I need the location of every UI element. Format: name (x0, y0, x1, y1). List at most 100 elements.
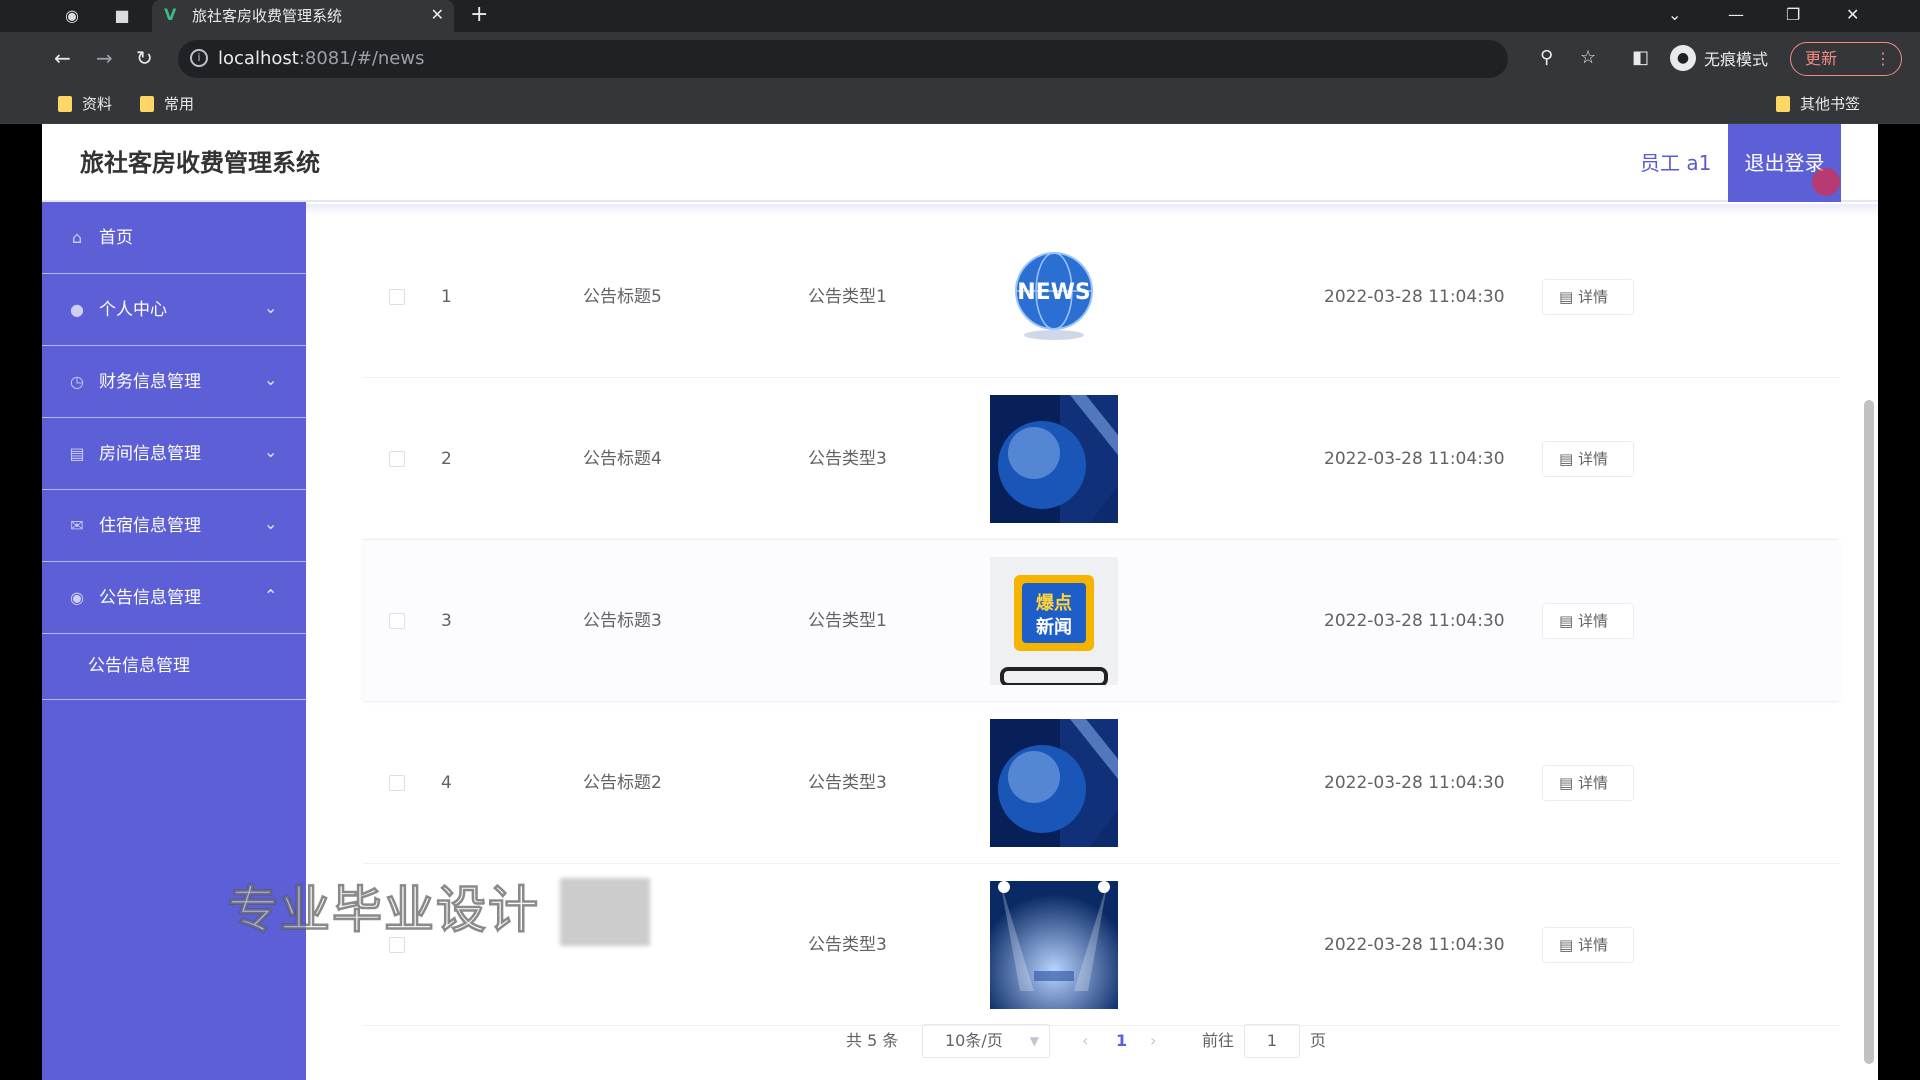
other-bookmarks[interactable]: 其他书签 (1776, 94, 1860, 114)
browser-tab[interactable]: V 旅社客房收费管理系统 ✕ (152, 0, 454, 32)
stage-lights-image (990, 881, 1118, 1009)
row-time: 2022-03-28 11:04:30 (1324, 449, 1505, 469)
page-size-select[interactable]: 10条/页 ▼ (922, 1024, 1050, 1058)
home-icon: ⌂ (71, 228, 83, 247)
blurred-region (560, 878, 650, 946)
sidebar-item-profile[interactable]: ● 个人中心 ⌄ (42, 274, 306, 346)
document-icon: ▤ (1559, 774, 1574, 792)
info-icon[interactable]: i (190, 49, 208, 67)
breaking-news-image: 爆点 新闻 (990, 557, 1118, 685)
page-number[interactable]: 1 (1116, 1030, 1127, 1052)
folder-icon (140, 96, 154, 112)
row-index: 2 (441, 449, 452, 469)
clock-icon: ◷ (70, 372, 84, 391)
url-text[interactable]: localhost:8081/#/news (218, 48, 424, 70)
incognito-indicator[interactable]: ● 无痕模式 (1670, 41, 1768, 75)
incognito-icon: ● (1670, 45, 1696, 71)
restore-icon[interactable]: ❐ (1786, 4, 1800, 26)
prev-page-icon[interactable]: ‹ (1082, 1030, 1088, 1052)
sidebar-item-rooms[interactable]: ▤ 房间信息管理 ⌄ (42, 418, 306, 490)
next-page-icon[interactable]: › (1150, 1030, 1156, 1052)
row-type: 公告类型1 (808, 611, 887, 631)
app-title: 旅社客房收费管理系统 (80, 149, 320, 177)
row-type: 公告类型3 (808, 449, 887, 469)
sidebar-item-finance[interactable]: ◷ 财务信息管理 ⌄ (42, 346, 306, 418)
minimize-icon[interactable]: — (1728, 4, 1744, 26)
key-icon[interactable]: ⚲ (1540, 46, 1553, 70)
sidebar: ⌂ 首页 ● 个人中心 ⌄ ◷ 财务信息管理 ⌄ ▤ 房间信息管理 ⌄ ✉ 住宿… (42, 202, 306, 1080)
goto-page-input[interactable]: 1 (1244, 1024, 1300, 1058)
detail-button[interactable]: ▤ 详情 (1542, 279, 1634, 315)
sidebar-item-label: 财务信息管理 (99, 372, 201, 392)
bookmark-label: 常用 (164, 95, 195, 113)
row-time: 2022-03-28 11:04:30 (1324, 935, 1505, 955)
page-unit-label: 页 (1310, 1031, 1327, 1050)
address-bar[interactable]: i localhost:8081/#/news (178, 40, 1508, 78)
detail-button[interactable]: ▤ 详情 (1542, 603, 1634, 639)
chevron-down-icon: ⌄ (264, 298, 278, 317)
row-checkbox[interactable] (389, 775, 405, 791)
sidebar-item-lodging[interactable]: ✉ 住宿信息管理 ⌄ (42, 490, 306, 562)
detail-label: 详情 (1577, 936, 1608, 954)
chevron-down-icon: ▼ (1029, 1034, 1039, 1048)
news-text: NEWS (1017, 280, 1091, 305)
pagination-total: 共 5 条 (846, 1031, 899, 1050)
scrollbar[interactable] (1864, 400, 1874, 1064)
close-icon[interactable]: ✕ (431, 5, 444, 25)
watermark-text: 专业毕业设计 (228, 881, 540, 940)
tab-title: 旅社客房收费管理系统 (192, 7, 343, 25)
row-checkbox[interactable] (389, 613, 405, 629)
row-time: 2022-03-28 11:04:30 (1324, 287, 1505, 307)
new-tab-icon[interactable]: + (470, 3, 488, 27)
detail-label: 详情 (1577, 612, 1608, 630)
bookmark-folder-1[interactable]: 资料 (58, 94, 112, 114)
detail-button[interactable]: ▤ 详情 (1542, 765, 1634, 801)
reload-icon[interactable]: ↻ (136, 46, 153, 70)
chevron-down-icon[interactable]: ⌄ (1668, 4, 1681, 26)
globe-icon[interactable]: ◉ (60, 4, 84, 28)
row-title: 公告标题3 (583, 611, 662, 631)
other-bookmarks-label: 其他书签 (1800, 95, 1861, 113)
detail-label: 详情 (1577, 450, 1608, 468)
row-type: 公告类型3 (808, 935, 887, 955)
back-icon[interactable]: ← (54, 46, 71, 70)
main-content: 1 公告标题5 公告类型1 NEWS 2022-03-28 11:04:30 ▤ (306, 204, 1878, 1080)
incognito-label: 无痕模式 (1704, 50, 1769, 69)
detail-label: 详情 (1577, 288, 1608, 306)
row-title: 公告标题2 (583, 773, 662, 793)
shield-icon: ◉ (70, 588, 84, 607)
sidebar-item-label: 房间信息管理 (99, 444, 201, 464)
row-type: 公告类型1 (808, 287, 887, 307)
window-close-icon[interactable]: ✕ (1846, 4, 1859, 26)
row-title: 公告标题4 (583, 449, 662, 469)
vue-logo-icon: V (164, 5, 177, 24)
bookmark-label: 资料 (82, 95, 113, 113)
row-checkbox[interactable] (389, 289, 405, 305)
sidebar-item-label: 公告信息管理 (99, 588, 201, 608)
table-row: 4 公告标题2 公告类型3 2022-03-28 11:04:30 ▤ 详情 (363, 702, 1839, 864)
forward-icon[interactable]: → (96, 46, 113, 70)
sidebar-subitem-notice-management[interactable]: 公告信息管理 (42, 634, 306, 700)
sidebar-item-home[interactable]: ⌂ 首页 (42, 202, 306, 274)
sidepanel-icon[interactable]: ◧ (1632, 46, 1649, 70)
goto-label: 前往 (1202, 1031, 1235, 1050)
browser-tab-strip: ◉ ■ V 旅社客房收费管理系统 ✕ + ⌄ — ❐ ✕ (0, 0, 1920, 32)
row-time: 2022-03-28 11:04:30 (1324, 611, 1505, 631)
sidebar-item-label: 个人中心 (99, 300, 167, 320)
sidebar-item-notices[interactable]: ◉ 公告信息管理 ⌃ (42, 562, 306, 634)
row-title: 公告标题5 (583, 287, 662, 307)
window-icon[interactable]: ■ (110, 4, 134, 28)
chevron-down-icon: ⌄ (264, 514, 278, 533)
detail-button[interactable]: ▤ 详情 (1542, 927, 1634, 963)
detail-button[interactable]: ▤ 详情 (1542, 441, 1634, 477)
blue-globe-image (990, 395, 1118, 523)
star-icon[interactable]: ☆ (1580, 46, 1596, 70)
breaking-text: 新闻 (1036, 616, 1072, 638)
user-icon: ● (70, 300, 84, 319)
row-checkbox[interactable] (389, 451, 405, 467)
bookmark-folder-2[interactable]: 常用 (140, 94, 194, 114)
document-icon: ▤ (1559, 288, 1574, 306)
breaking-text: 爆点 (1036, 592, 1072, 614)
chevron-down-icon: ⌄ (264, 370, 278, 389)
update-button[interactable]: 更新 ⋮ (1790, 42, 1902, 76)
